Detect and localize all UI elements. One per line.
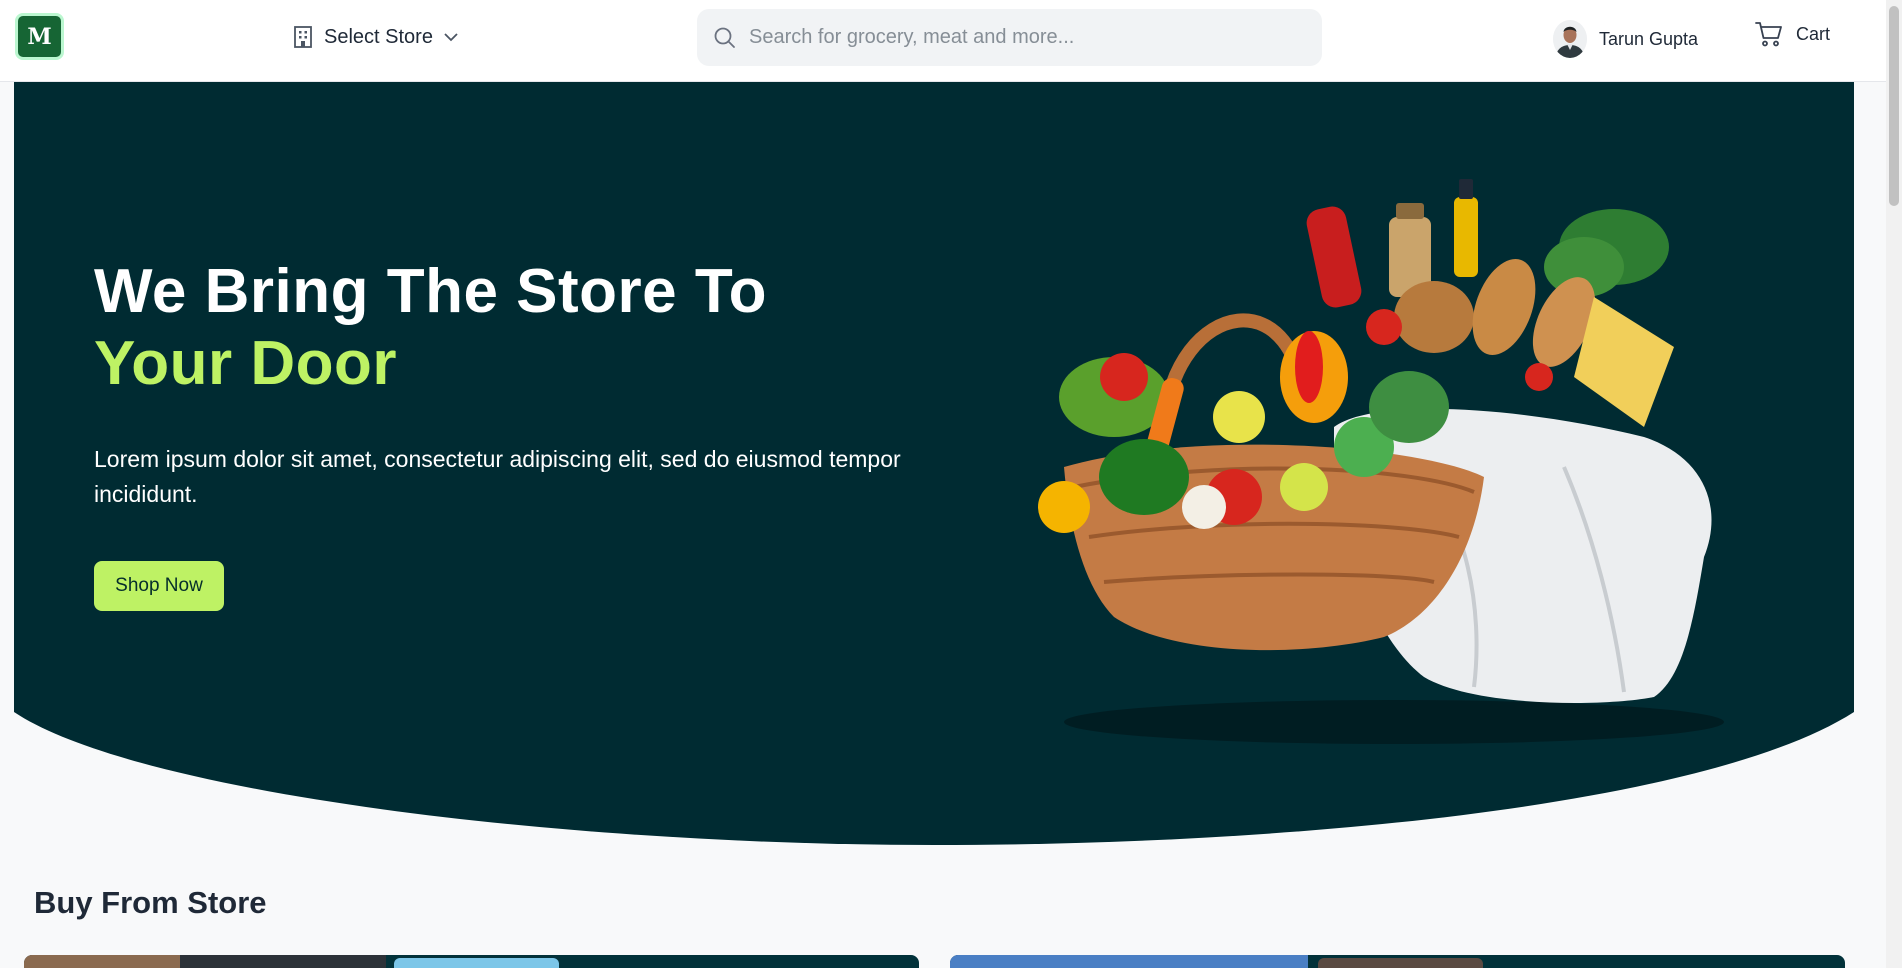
section-title: Buy From Store [34,885,267,920]
store-selector-label: Select Store [324,25,433,48]
user-profile[interactable]: Tarun Gupta [1553,20,1698,58]
store-card[interactable] [950,955,1845,968]
hero-title: We Bring The Store To Your Door [94,256,767,400]
building-icon [294,26,312,48]
user-name: Tarun Gupta [1599,28,1699,49]
grocery-basket-image [1038,179,1724,744]
hero-banner: We Bring The Store To Your Door Lorem ip… [14,82,1854,845]
store-card[interactable] [24,955,919,968]
chevron-down-icon [444,33,458,42]
cart-label: Cart [1796,23,1831,44]
search-bar [697,9,1322,66]
hero-title-line1: We Bring The Store To [94,257,768,326]
hero-title-highlight: Your Door [94,329,397,398]
avatar [1553,20,1587,58]
shop-now-button[interactable]: Shop Now [94,561,224,611]
store-selector[interactable]: Select Store [292,22,459,52]
cart-icon [1755,22,1782,47]
search-input[interactable] [749,26,1289,49]
hero-description: Lorem ipsum dolor sit amet, consectetur … [94,446,901,507]
page-scrollbar[interactable] [1886,0,1902,968]
cart-button[interactable]: Cart [1754,20,1830,48]
scrollbar-thumb[interactable] [1889,6,1899,206]
brand-logo[interactable]: M [15,13,64,60]
search-icon [714,27,735,48]
top-navbar: M Select Store Search for grocery, meat … [0,0,1886,82]
